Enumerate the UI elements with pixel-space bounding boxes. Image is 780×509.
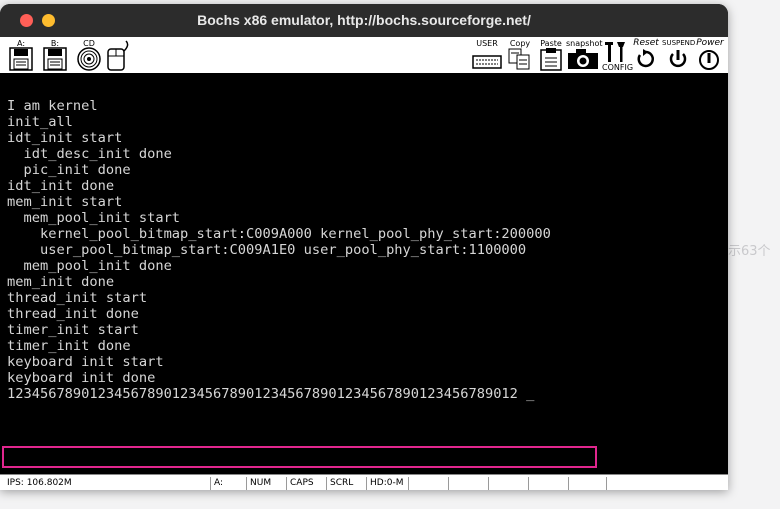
console-input-line: 1234567890123456789012345678901234567890… <box>7 386 535 402</box>
console-line: idt_init start <box>7 130 123 146</box>
console-line: mem_pool_init start <box>7 210 181 226</box>
status-cell-empty <box>528 477 568 490</box>
background-text: 示63个 <box>728 244 771 259</box>
camera-icon <box>568 49 598 69</box>
console-line: pic_init done <box>7 162 131 178</box>
title-bar[interactable]: Bochs x86 emulator, http://bochs.sourcef… <box>0 4 728 37</box>
copy-button[interactable]: Copy <box>506 39 534 71</box>
console-output: I am kernel init_all idt_init start idt_de… <box>7 98 551 386</box>
snapshot-button[interactable]: snapshot <box>566 39 603 71</box>
keyboard-icon <box>472 55 502 69</box>
mouse-icon <box>107 40 129 71</box>
floppy-icon <box>43 47 67 71</box>
console-line: kernel_pool_bitmap_start:C009A000 kernel… <box>7 226 551 242</box>
hard-disk-indicator: HD:0-M <box>366 477 408 490</box>
reset-button[interactable]: Reset <box>630 39 662 71</box>
cdrom-button[interactable]: CD <box>75 39 103 71</box>
bochs-window: Bochs x86 emulator, http://bochs.sourcef… <box>0 4 728 490</box>
num-lock-indicator: NUM <box>246 477 286 490</box>
console-line: idt_init done <box>7 178 115 194</box>
status-cell-empty <box>606 477 728 490</box>
power-icon <box>699 50 719 70</box>
caps-lock-indicator: CAPS <box>286 477 326 490</box>
console-line: keyboard init start <box>7 354 164 370</box>
console-line: mem_init done <box>7 274 115 290</box>
floppy-a-button[interactable]: A: <box>7 39 35 71</box>
ips-indicator: IPS: 106.802M <box>7 478 72 488</box>
paste-icon <box>540 48 562 71</box>
console-line: user_pool_bitmap_start:C009A1E0 user_poo… <box>7 242 527 258</box>
paste-button[interactable]: Paste <box>537 39 565 71</box>
copy-icon <box>508 48 530 70</box>
console-line: thread_init start <box>7 290 148 306</box>
status-cell-empty <box>448 477 488 490</box>
bochs-toolbar: A: B: CD USER Copy Paste snapshot CONFIG… <box>0 37 728 74</box>
mouse-capture-button[interactable] <box>104 39 132 71</box>
console-line: keyboard init done <box>7 370 156 386</box>
cdrom-icon <box>77 47 101 71</box>
window-title: Bochs x86 emulator, http://bochs.sourcef… <box>197 12 531 28</box>
config-button[interactable]: CONFIG <box>602 39 633 72</box>
tools-icon <box>605 42 625 62</box>
console-line: timer_init done <box>7 338 131 354</box>
console-line: timer_init start <box>7 322 139 338</box>
power-button[interactable]: Power <box>694 39 726 71</box>
suspend-button[interactable]: SUSPEND <box>662 39 695 71</box>
status-cell-empty <box>568 477 606 490</box>
drive-indicator: A: <box>210 477 246 490</box>
console-line: mem_init start <box>7 194 123 210</box>
console-line: init_all <box>7 114 73 130</box>
status-cell-empty <box>408 477 448 490</box>
console-line: thread_init done <box>7 306 139 322</box>
user-button[interactable]: USER <box>471 39 503 71</box>
floppy-icon <box>9 47 33 71</box>
reset-icon <box>637 49 654 68</box>
console-line: mem_pool_init done <box>7 258 172 274</box>
status-cell-empty <box>488 477 528 490</box>
suspend-icon <box>669 50 687 68</box>
console-line: idt_desc_init done <box>7 146 172 162</box>
floppy-b-button[interactable]: B: <box>41 39 69 71</box>
console-line: I am kernel <box>7 98 98 114</box>
scroll-lock-indicator: SCRL <box>326 477 366 490</box>
status-bar: IPS: 106.802M A: NUM CAPS SCRL HD:0-M <box>0 474 728 490</box>
